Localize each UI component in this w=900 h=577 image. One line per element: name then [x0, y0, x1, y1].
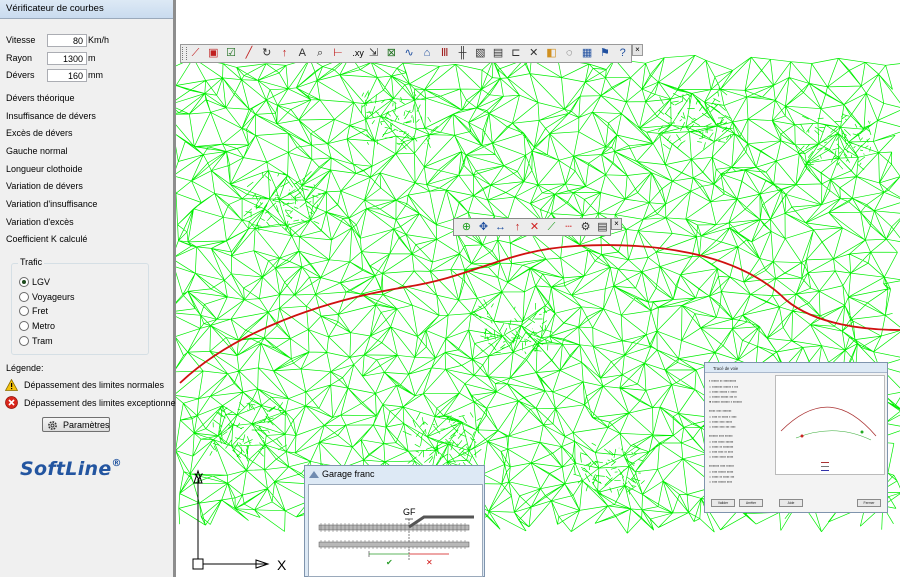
document-icon[interactable]: ▤ [596, 221, 609, 234]
radio-indicator[interactable] [19, 292, 29, 302]
settings-icon[interactable]: ⚙ [579, 221, 592, 234]
speed-label: Vitesse [6, 35, 36, 45]
trace-dialog-title: Tracé de voie [713, 366, 739, 371]
error-circle-icon [5, 396, 18, 409]
gear-icon [48, 421, 57, 430]
radius-input[interactable] [47, 52, 87, 65]
bridge-icon[interactable]: Ⅲ [438, 47, 451, 60]
delete-icon[interactable]: ✕ [528, 221, 541, 234]
draw-line-icon[interactable]: ╱ [242, 47, 255, 60]
cant-label: Dévers [6, 70, 35, 80]
toolbar-grip[interactable] [182, 47, 187, 60]
cross-icon[interactable]: ✕ [527, 47, 540, 60]
cant-unit: mm [88, 70, 103, 80]
ruler-icon[interactable]: ⊢ [331, 47, 344, 60]
trace-help-button[interactable]: Aide [779, 499, 803, 507]
fence-icon[interactable]: ╫ [456, 47, 469, 60]
document-icon[interactable]: ▤ [492, 47, 505, 60]
radio-voyageurs-label: Voyageurs [32, 292, 75, 302]
radio-tram-label: Tram [32, 336, 53, 346]
chat-icon[interactable]: ◌ [563, 47, 576, 60]
cant-input[interactable] [47, 69, 87, 82]
export-icon[interactable]: ▦ [581, 47, 594, 60]
info-clothoid-length: Longueur clothoide [6, 164, 83, 174]
info-cant-excess: Excès de dévers [6, 128, 73, 138]
radio-metro-label: Metro [32, 321, 56, 331]
chart-icon[interactable]: ⟋ [545, 221, 558, 234]
check-box-icon[interactable]: ☑ [225, 47, 238, 60]
info-cant-variation: Variation de dévers [6, 181, 83, 191]
dashed-line-icon[interactable]: ┄ [562, 221, 575, 234]
info-cant-deficiency: Insuffisance de dévers [6, 111, 96, 121]
trace-stop-button[interactable]: Arrêter [739, 499, 763, 507]
trace-validate-button[interactable]: Valider [711, 499, 735, 507]
warning-triangle-icon [5, 379, 18, 391]
info-k-coefficient: Coefficient K calculé [6, 234, 88, 244]
arrow-up-icon[interactable]: ↑ [278, 47, 291, 60]
radio-fret-label: Fret [32, 306, 49, 316]
crosshair-icon[interactable]: ⊕ [460, 221, 473, 234]
select-box-icon[interactable]: ▣ [207, 47, 220, 60]
x-axis-label: X [277, 557, 287, 573]
radio-indicator[interactable] [19, 336, 29, 346]
rotate-icon[interactable]: ↻ [260, 47, 273, 60]
panel-title: Vérificateur de courbes [0, 0, 173, 19]
speed-input[interactable] [47, 34, 87, 47]
curve-icon[interactable]: ∿ [403, 47, 416, 60]
logo-registered-mark: ® [111, 457, 122, 469]
track-trace-dialog: Tracé de voie ▪ ▪▪▪▪▪▪ ▪▪ ▪▪▪▪▪▪▪▪▪▪ ○ ▪… [704, 362, 888, 513]
softline-logo: SoftLine® [20, 458, 122, 480]
trace-preview-drawing [780, 406, 877, 471]
crop-icon[interactable]: ⊏ [509, 47, 522, 60]
garage-track-diagram: ✔ ✕ [318, 515, 474, 567]
garage-dialog-title: Garage franc [322, 469, 375, 479]
garage-diagram-panel: GF ✔ ✕ [308, 484, 483, 577]
svg-text:✔: ✔ [386, 558, 393, 567]
xy-coordinates-icon[interactable]: .xy [349, 47, 367, 60]
logo-text: SoftLine [20, 458, 112, 480]
info-deficiency-variation: Variation d'insuffisance [6, 199, 98, 209]
trace-close-button[interactable]: Fermer [857, 499, 881, 507]
alignment-toolbar: ⊕ ✥ ↔ ↑ ✕ ⟋ ┄ ⚙ ▤ [453, 218, 611, 236]
arrow-up-icon[interactable]: ↑ [511, 221, 524, 234]
horizontal-arrows-icon[interactable]: ↔ [494, 221, 507, 234]
legend-title: Légende: [6, 363, 44, 373]
radius-label: Rayon [6, 53, 33, 63]
speed-unit: Km/h [88, 35, 110, 45]
radio-selected-indicator[interactable] [19, 277, 29, 287]
hatch-icon[interactable]: ▧ [474, 47, 487, 60]
radio-lgv-label: LGV [32, 277, 51, 287]
layers-icon[interactable]: ◧ [545, 47, 558, 60]
radio-indicator[interactable] [19, 306, 29, 316]
alignment-toolbar-close-button[interactable]: × [611, 218, 622, 230]
cad-toolbar: ⟋ ▣ ☑ ╱ ↻ ↑ A ⌕ ⊢ .xy ⇲ ⊠ ∿ ⌂ Ⅲ ╫ ▧ ▤ ⊏ ✕ ◧ ◌ ▦ ⚑? [180, 44, 632, 63]
radio-indicator[interactable] [19, 321, 29, 331]
legend-exceptional-limits-text: Dépassement des limites exceptionnelles [24, 398, 190, 408]
help-icon[interactable]: ? [616, 47, 629, 60]
zoom-icon[interactable]: ⌕ [314, 47, 327, 60]
trace-preview-panel [775, 375, 885, 475]
flag-icon[interactable]: ⚑ [598, 47, 611, 60]
text-icon[interactable]: A [296, 47, 309, 60]
info-theoretical-cant: Dévers théorique [6, 93, 75, 103]
parameters-button[interactable]: Paramètres [42, 417, 110, 432]
info-normal-twist: Gauche normal [6, 146, 68, 156]
svg-text:✕: ✕ [426, 558, 433, 567]
toolbar-close-button[interactable]: × [632, 44, 643, 56]
legend-normal-limits-text: Dépassement des limites normales [24, 380, 165, 390]
move-icon[interactable]: ✥ [477, 221, 490, 234]
split-line-icon[interactable]: ⟋ [189, 47, 202, 60]
curve-checker-panel: Vérificateur de courbes Vitesse Km/h Ray… [0, 0, 189, 577]
dimension-icon[interactable]: ⇲ [367, 47, 380, 60]
parameters-button-label: Paramètres [63, 420, 110, 430]
garage-icon [309, 471, 319, 478]
info-excess-variation: Variation d'excès [6, 217, 74, 227]
garage-franc-dialog: Garage franc GF ✔ ✕ [304, 465, 485, 577]
grid-icon[interactable]: ⊠ [385, 47, 398, 60]
tag-icon[interactable]: ⌂ [420, 47, 433, 60]
y-axis-label: Y [194, 470, 204, 486]
trafic-label: Trafic [18, 257, 45, 267]
radius-unit: m [88, 53, 96, 63]
